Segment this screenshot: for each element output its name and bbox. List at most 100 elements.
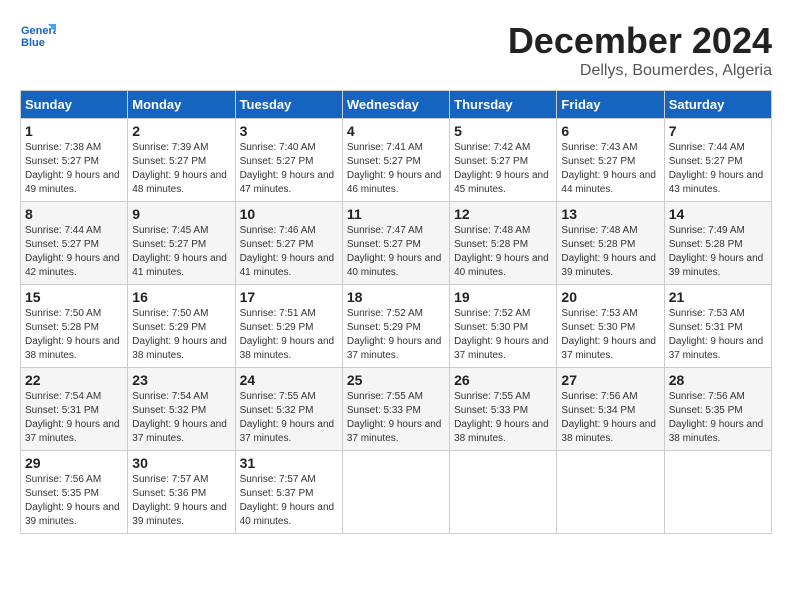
header: General Blue General Blue December 2024 …: [20, 20, 772, 80]
weekday-header-wednesday: Wednesday: [342, 91, 449, 119]
day-number: 13: [561, 206, 659, 222]
day-info: Sunrise: 7:57 AMSunset: 5:36 PMDaylight:…: [132, 474, 227, 527]
svg-text:Blue: Blue: [21, 37, 45, 49]
day-info: Sunrise: 7:52 AMSunset: 5:29 PMDaylight:…: [347, 308, 442, 361]
weekday-header-monday: Monday: [128, 91, 235, 119]
day-info: Sunrise: 7:56 AMSunset: 5:35 PMDaylight:…: [25, 474, 120, 527]
calendar-cell: 27 Sunrise: 7:56 AMSunset: 5:34 PMDaylig…: [557, 368, 664, 451]
day-info: Sunrise: 7:39 AMSunset: 5:27 PMDaylight:…: [132, 142, 227, 195]
calendar-cell: 15 Sunrise: 7:50 AMSunset: 5:28 PMDaylig…: [21, 285, 128, 368]
day-number: 28: [669, 372, 767, 388]
day-number: 24: [240, 372, 338, 388]
day-info: Sunrise: 7:41 AMSunset: 5:27 PMDaylight:…: [347, 142, 442, 195]
calendar-cell: [342, 451, 449, 534]
day-info: Sunrise: 7:56 AMSunset: 5:35 PMDaylight:…: [669, 391, 764, 444]
day-info: Sunrise: 7:42 AMSunset: 5:27 PMDaylight:…: [454, 142, 549, 195]
day-number: 23: [132, 372, 230, 388]
calendar-cell: 8 Sunrise: 7:44 AMSunset: 5:27 PMDayligh…: [21, 202, 128, 285]
day-info: Sunrise: 7:53 AMSunset: 5:31 PMDaylight:…: [669, 308, 764, 361]
day-info: Sunrise: 7:38 AMSunset: 5:27 PMDaylight:…: [25, 142, 120, 195]
calendar-cell: 5 Sunrise: 7:42 AMSunset: 5:27 PMDayligh…: [450, 119, 557, 202]
day-info: Sunrise: 7:50 AMSunset: 5:29 PMDaylight:…: [132, 308, 227, 361]
calendar-cell: 24 Sunrise: 7:55 AMSunset: 5:32 PMDaylig…: [235, 368, 342, 451]
calendar-cell: 1 Sunrise: 7:38 AMSunset: 5:27 PMDayligh…: [21, 119, 128, 202]
logo-icon: General Blue: [20, 20, 56, 56]
calendar-cell: 10 Sunrise: 7:46 AMSunset: 5:27 PMDaylig…: [235, 202, 342, 285]
day-number: 14: [669, 206, 767, 222]
day-number: 1: [25, 123, 123, 139]
calendar-cell: 18 Sunrise: 7:52 AMSunset: 5:29 PMDaylig…: [342, 285, 449, 368]
day-number: 2: [132, 123, 230, 139]
weekday-header-thursday: Thursday: [450, 91, 557, 119]
calendar-cell: 26 Sunrise: 7:55 AMSunset: 5:33 PMDaylig…: [450, 368, 557, 451]
weekday-header-friday: Friday: [557, 91, 664, 119]
day-number: 15: [25, 289, 123, 305]
calendar-cell: 31 Sunrise: 7:57 AMSunset: 5:37 PMDaylig…: [235, 451, 342, 534]
calendar-cell: 23 Sunrise: 7:54 AMSunset: 5:32 PMDaylig…: [128, 368, 235, 451]
calendar-cell: 12 Sunrise: 7:48 AMSunset: 5:28 PMDaylig…: [450, 202, 557, 285]
day-number: 26: [454, 372, 552, 388]
weekday-header-row: SundayMondayTuesdayWednesdayThursdayFrid…: [21, 91, 772, 119]
calendar-cell: 9 Sunrise: 7:45 AMSunset: 5:27 PMDayligh…: [128, 202, 235, 285]
month-title: December 2024: [508, 20, 772, 62]
calendar-cell: 2 Sunrise: 7:39 AMSunset: 5:27 PMDayligh…: [128, 119, 235, 202]
calendar-cell: 29 Sunrise: 7:56 AMSunset: 5:35 PMDaylig…: [21, 451, 128, 534]
day-info: Sunrise: 7:57 AMSunset: 5:37 PMDaylight:…: [240, 474, 335, 527]
day-number: 17: [240, 289, 338, 305]
day-number: 21: [669, 289, 767, 305]
calendar-row-0: 1 Sunrise: 7:38 AMSunset: 5:27 PMDayligh…: [21, 119, 772, 202]
day-info: Sunrise: 7:54 AMSunset: 5:31 PMDaylight:…: [25, 391, 120, 444]
day-info: Sunrise: 7:43 AMSunset: 5:27 PMDaylight:…: [561, 142, 656, 195]
day-number: 8: [25, 206, 123, 222]
day-info: Sunrise: 7:51 AMSunset: 5:29 PMDaylight:…: [240, 308, 335, 361]
day-info: Sunrise: 7:50 AMSunset: 5:28 PMDaylight:…: [25, 308, 120, 361]
day-number: 7: [669, 123, 767, 139]
day-number: 4: [347, 123, 445, 139]
day-info: Sunrise: 7:55 AMSunset: 5:32 PMDaylight:…: [240, 391, 335, 444]
calendar-cell: 13 Sunrise: 7:48 AMSunset: 5:28 PMDaylig…: [557, 202, 664, 285]
calendar-cell: 6 Sunrise: 7:43 AMSunset: 5:27 PMDayligh…: [557, 119, 664, 202]
calendar-cell: 14 Sunrise: 7:49 AMSunset: 5:28 PMDaylig…: [664, 202, 771, 285]
day-info: Sunrise: 7:45 AMSunset: 5:27 PMDaylight:…: [132, 225, 227, 278]
day-number: 5: [454, 123, 552, 139]
day-info: Sunrise: 7:48 AMSunset: 5:28 PMDaylight:…: [561, 225, 656, 278]
day-info: Sunrise: 7:55 AMSunset: 5:33 PMDaylight:…: [454, 391, 549, 444]
day-number: 31: [240, 455, 338, 471]
svg-text:General: General: [21, 25, 56, 37]
day-number: 9: [132, 206, 230, 222]
calendar-cell: 4 Sunrise: 7:41 AMSunset: 5:27 PMDayligh…: [342, 119, 449, 202]
day-info: Sunrise: 7:53 AMSunset: 5:30 PMDaylight:…: [561, 308, 656, 361]
title-area: December 2024 Dellys, Boumerdes, Algeria: [508, 20, 772, 80]
calendar-row-4: 29 Sunrise: 7:56 AMSunset: 5:35 PMDaylig…: [21, 451, 772, 534]
day-number: 30: [132, 455, 230, 471]
day-number: 18: [347, 289, 445, 305]
day-number: 25: [347, 372, 445, 388]
calendar-cell: [664, 451, 771, 534]
day-info: Sunrise: 7:55 AMSunset: 5:33 PMDaylight:…: [347, 391, 442, 444]
day-number: 11: [347, 206, 445, 222]
day-info: Sunrise: 7:54 AMSunset: 5:32 PMDaylight:…: [132, 391, 227, 444]
calendar-cell: 30 Sunrise: 7:57 AMSunset: 5:36 PMDaylig…: [128, 451, 235, 534]
calendar-cell: 16 Sunrise: 7:50 AMSunset: 5:29 PMDaylig…: [128, 285, 235, 368]
location-title: Dellys, Boumerdes, Algeria: [508, 62, 772, 80]
day-info: Sunrise: 7:47 AMSunset: 5:27 PMDaylight:…: [347, 225, 442, 278]
calendar-cell: 21 Sunrise: 7:53 AMSunset: 5:31 PMDaylig…: [664, 285, 771, 368]
calendar-cell: 22 Sunrise: 7:54 AMSunset: 5:31 PMDaylig…: [21, 368, 128, 451]
calendar-cell: 19 Sunrise: 7:52 AMSunset: 5:30 PMDaylig…: [450, 285, 557, 368]
day-number: 16: [132, 289, 230, 305]
day-info: Sunrise: 7:46 AMSunset: 5:27 PMDaylight:…: [240, 225, 335, 278]
day-number: 22: [25, 372, 123, 388]
day-info: Sunrise: 7:40 AMSunset: 5:27 PMDaylight:…: [240, 142, 335, 195]
calendar-cell: 17 Sunrise: 7:51 AMSunset: 5:29 PMDaylig…: [235, 285, 342, 368]
weekday-header-saturday: Saturday: [664, 91, 771, 119]
day-number: 20: [561, 289, 659, 305]
calendar-row-3: 22 Sunrise: 7:54 AMSunset: 5:31 PMDaylig…: [21, 368, 772, 451]
day-info: Sunrise: 7:48 AMSunset: 5:28 PMDaylight:…: [454, 225, 549, 278]
logo: General Blue General Blue: [20, 20, 60, 56]
day-number: 19: [454, 289, 552, 305]
calendar-cell: 20 Sunrise: 7:53 AMSunset: 5:30 PMDaylig…: [557, 285, 664, 368]
weekday-header-tuesday: Tuesday: [235, 91, 342, 119]
calendar-cell: [557, 451, 664, 534]
calendar-cell: 11 Sunrise: 7:47 AMSunset: 5:27 PMDaylig…: [342, 202, 449, 285]
calendar-cell: 7 Sunrise: 7:44 AMSunset: 5:27 PMDayligh…: [664, 119, 771, 202]
